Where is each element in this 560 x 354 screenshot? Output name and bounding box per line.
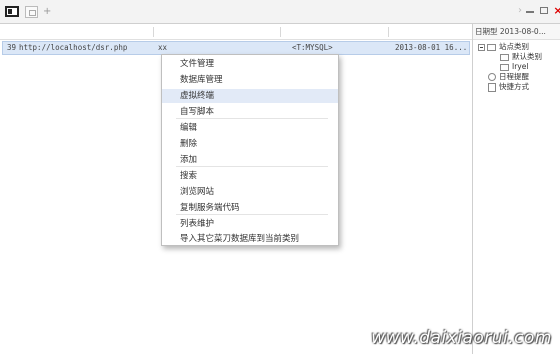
page-icon — [488, 82, 496, 92]
menu-item-search[interactable]: 搜索 — [162, 169, 338, 183]
row-url: http://localhost/dsr.php — [19, 43, 128, 52]
tree-label: 日程提醒 — [499, 72, 529, 81]
maximize-button[interactable] — [538, 5, 550, 17]
context-menu: 文件管理 数据库管理 虚拟终端 自写脚本 编辑 删除 添加 搜索 浏览网站 复制… — [161, 54, 339, 246]
row-id: 39 — [7, 43, 17, 52]
menu-item-file-manager[interactable]: 文件管理 — [162, 57, 338, 71]
collapse-icon[interactable] — [478, 43, 485, 51]
shell-list-row[interactable]: 39 http://localhost/dsr.php xx <T:MYSQL>… — [2, 41, 470, 55]
menu-item-import-database[interactable]: 导入其它菜刀数据库到当前类别 — [162, 232, 338, 246]
right-panel-header: 日期型 2013-08-0... — [473, 24, 560, 40]
close-button[interactable]: × — [552, 5, 560, 17]
row-type: <T:MYSQL> — [292, 43, 333, 52]
menu-separator — [176, 214, 328, 215]
tab-icon[interactable] — [25, 6, 38, 18]
tree-label: 快捷方式 — [499, 82, 529, 91]
watermark: www.daixiaorui.com — [371, 328, 552, 348]
menu-separator — [176, 118, 328, 119]
panel-splitter[interactable] — [472, 24, 473, 354]
add-tab-button[interactable]: + — [43, 7, 51, 17]
row-password: xx — [158, 43, 168, 52]
minimize-button[interactable] — [524, 5, 536, 17]
row-date: 2013-08-01 16... — [395, 43, 468, 52]
column-divider[interactable] — [153, 27, 154, 37]
menu-item-custom-script[interactable]: 自写脚本 — [162, 105, 338, 119]
tree-label: 默认类别 — [512, 52, 542, 61]
tree-label: 站点类别 — [499, 42, 529, 51]
shell-list-header — [0, 24, 472, 40]
menu-item-list-maintenance[interactable]: 列表维护 — [162, 217, 338, 231]
folder-icon — [500, 63, 509, 71]
app-window-icon[interactable] — [5, 6, 19, 17]
menu-item-virtual-terminal[interactable]: 虚拟终端 — [162, 89, 338, 103]
menu-item-add[interactable]: 添加 — [162, 153, 338, 167]
column-divider[interactable] — [388, 27, 389, 37]
menu-item-edit[interactable]: 编辑 — [162, 121, 338, 135]
folder-icon — [500, 53, 509, 61]
clock-icon — [488, 73, 496, 81]
tree-node-root[interactable]: 站点类别 — [478, 42, 529, 52]
menu-item-browse-site[interactable]: 浏览网站 — [162, 185, 338, 199]
menu-item-copy-server-code[interactable]: 复制服务端代码 — [162, 201, 338, 215]
folder-icon — [487, 43, 496, 51]
tree-node-schedule[interactable]: 日程提醒 — [488, 72, 529, 82]
tree-node-default[interactable]: 默认类别 — [500, 52, 542, 62]
menu-separator — [176, 166, 328, 167]
tree-label: Iryel — [512, 62, 529, 71]
tree-node-iryel[interactable]: Iryel — [500, 62, 528, 72]
column-divider[interactable] — [280, 27, 281, 37]
menu-item-db-manager[interactable]: 数据库管理 — [162, 73, 338, 87]
title-bar: + › × — [0, 0, 560, 24]
menu-item-delete[interactable]: 删除 — [162, 137, 338, 151]
tree-node-shortcuts[interactable]: 快捷方式 — [488, 82, 529, 92]
